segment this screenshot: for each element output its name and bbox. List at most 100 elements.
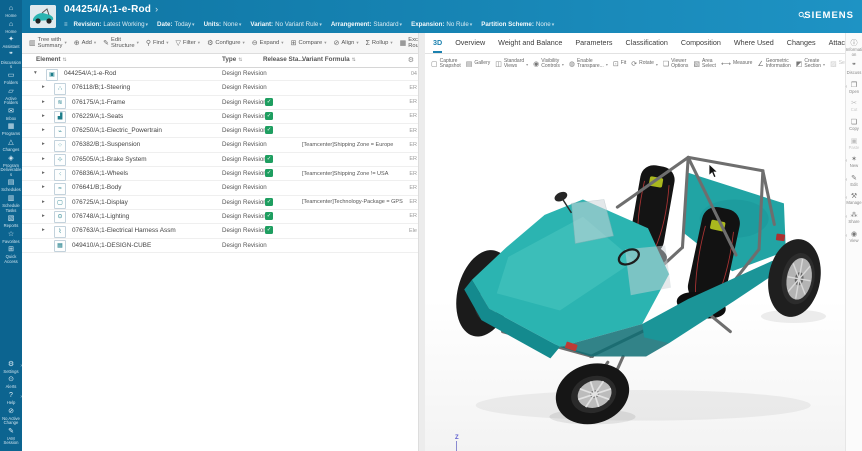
sidebar-item-schedules[interactable]: ▤Schedules xyxy=(0,179,22,193)
area-select-button[interactable]: ▧Area Select xyxy=(693,59,716,70)
table-row[interactable]: ▸≈076641/B;1-BodyDesign RevisionER xyxy=(22,181,418,195)
enable-transpare-button[interactable]: ◍Enable Transpare...▾ xyxy=(569,59,608,70)
table-row[interactable]: ▸≋076175/A;1-FrameDesign Revision✓ER xyxy=(22,96,418,110)
measure-button[interactable]: ⟷Measure xyxy=(721,60,753,68)
config-partition-scheme[interactable]: Partition Scheme:None▾ xyxy=(481,21,554,28)
fit-button[interactable]: ⊡Fit xyxy=(613,60,626,68)
tree-with-summary-button[interactable]: ▥Tree with Summary▾ xyxy=(26,36,70,50)
sidebar-item-changes[interactable]: △Changes xyxy=(0,139,22,153)
geometric-information-button[interactable]: ∠Geometric Information xyxy=(757,59,790,70)
expander-icon[interactable]: ▸ xyxy=(42,141,45,147)
config-variant[interactable]: Variant:No Variant Rule▾ xyxy=(250,21,321,28)
align-button[interactable]: ⊘Align▾ xyxy=(331,38,362,48)
expander-icon[interactable]: ▸ xyxy=(42,227,45,233)
tab-composition[interactable]: Composition xyxy=(681,33,721,53)
tab-changes[interactable]: Changes xyxy=(787,33,816,53)
table-row[interactable]: ▸⌁076250/A;1-Electric_PowertrainDesign R… xyxy=(22,124,418,138)
sidebar-item-discussions[interactable]: ❞Discussions xyxy=(0,52,22,70)
command-new[interactable]: ✶New‹ xyxy=(846,156,862,169)
table-row[interactable]: ▸▟076229/A;1-SeatsDesign Revision✓ER xyxy=(22,110,418,124)
sidebar-item-quick-access[interactable]: ⊞Quick Access xyxy=(0,246,22,264)
viewer-options-button[interactable]: ❑Viewer Options xyxy=(663,59,689,70)
rollup-button[interactable]: ΣRollup▾ xyxy=(363,39,396,48)
sidebar-item-reports[interactable]: ▧Reports xyxy=(0,215,22,229)
sidebar-item-no-active-change[interactable]: ⊘No Active Change xyxy=(0,408,22,426)
command-edit[interactable]: ✎Edit‹ xyxy=(846,175,862,188)
tab-3d[interactable]: 3D xyxy=(433,33,442,53)
3d-viewer-canvas[interactable]: Z xyxy=(425,74,845,451)
expander-icon[interactable]: ▸ xyxy=(42,84,45,90)
visibility-controls-button[interactable]: ◉Visibility Controls▾ xyxy=(533,59,564,70)
breadcrumb-chevron-icon[interactable]: › xyxy=(155,4,158,14)
rotate-button[interactable]: ⟳Rotate▾ xyxy=(631,60,658,68)
table-row[interactable]: ▸▢076725/A;1-DisplayDesign Revision✓[Tea… xyxy=(22,196,418,210)
tab-classification[interactable]: Classification xyxy=(626,33,668,53)
command-manage[interactable]: ⚒Manage‹ xyxy=(846,193,862,206)
create-section-button[interactable]: ◩Create Section▾ xyxy=(796,59,825,70)
config-expansion[interactable]: Expansion:No Rule▾ xyxy=(411,21,472,28)
table-row[interactable]: ▸⊹076505/A;1-Brake SystemDesign Revision… xyxy=(22,153,418,167)
table-row[interactable]: ▸⁖076836/A;1-WheelsDesign Revision✓[Team… xyxy=(22,167,418,181)
column-config-gear-icon[interactable]: ⚙ xyxy=(408,56,414,64)
config-arrangement[interactable]: Arrangement:Standard▾ xyxy=(331,21,402,28)
expand-button[interactable]: ⊖Expand▾ xyxy=(249,38,287,48)
sidebar-item-iam-session[interactable]: ✎IAM Session xyxy=(0,428,22,446)
config-date[interactable]: Date:Today▾ xyxy=(157,21,195,28)
sidebar-item-home[interactable]: ⌂Home xyxy=(0,21,22,35)
command-copy[interactable]: ❏Copy xyxy=(846,119,862,132)
standard-views-button[interactable]: ◫Standard Views▾ xyxy=(495,59,528,70)
tab-parameters[interactable]: Parameters xyxy=(575,33,612,53)
compare-button[interactable]: ⊞Compare▾ xyxy=(288,38,330,48)
filter-button[interactable]: ▽Filter▾ xyxy=(173,38,204,48)
expander-icon[interactable]: ▸ xyxy=(42,199,45,205)
config-units[interactable]: Units:None▾ xyxy=(204,21,242,28)
gallery-button[interactable]: ▤Gallery xyxy=(466,60,490,68)
command-discuss[interactable]: ❞Discuss xyxy=(846,63,862,76)
sidebar-item-programs[interactable]: ▦Programs xyxy=(0,123,22,137)
expander-icon[interactable]: ▸ xyxy=(42,170,45,176)
truncated-cell: ER xyxy=(409,156,417,162)
configure-button[interactable]: ⚙Configure▾ xyxy=(204,38,248,48)
expander-icon[interactable]: ▸ xyxy=(42,156,45,162)
capture-snapshot-button[interactable]: ▢Capture Snapshot xyxy=(431,59,461,70)
tab-where-used[interactable]: Where Used xyxy=(734,33,774,53)
sidebar-item-settings[interactable]: ⚙Settings› xyxy=(0,361,22,375)
command-share[interactable]: ⁂Share‹ xyxy=(846,212,862,225)
add-button[interactable]: ⊕Add▾ xyxy=(71,38,99,48)
tab-overview[interactable]: Overview xyxy=(455,33,485,53)
find-button[interactable]: ⚲Find▾ xyxy=(143,38,172,48)
sidebar-item-help[interactable]: ?Help› xyxy=(0,392,22,406)
sidebar-item-program-deliverables[interactable]: ◈Program Deliverables xyxy=(0,155,22,178)
command-view[interactable]: ◉View‹ xyxy=(846,231,862,244)
table-row[interactable]: ▸⌇076763/A;1-Electrical Harness AssmDesi… xyxy=(22,224,418,238)
expander-icon[interactable]: ▾ xyxy=(34,70,37,76)
table-row[interactable]: ▸⊙076748/A;1-LightingDesign Revision✓ER xyxy=(22,210,418,224)
table-row[interactable]: ▸∴076118/B;1-SteeringDesign RevisionER xyxy=(22,81,418,95)
sidebar-item-assistant[interactable]: ✦Assistant xyxy=(0,36,22,50)
visibility-controls-icon: ◉ xyxy=(533,60,539,68)
sidebar-item-inbox[interactable]: ✉Inbox xyxy=(0,108,22,122)
command-open[interactable]: ❐Open‹ xyxy=(846,82,862,95)
sidebar-item-home[interactable]: ⌂Home xyxy=(0,5,22,19)
expander-icon[interactable]: ▸ xyxy=(42,127,45,133)
sidebar-item-folders[interactable]: ▭Folders xyxy=(0,72,22,86)
config-revision[interactable]: Revision:Latest Working▾ xyxy=(74,21,149,28)
expander-icon[interactable]: ▸ xyxy=(42,213,45,219)
table-row[interactable]: ▸⁘076382/B;1-SuspensionDesign Revision[T… xyxy=(22,138,418,152)
column-header-variant-formula[interactable]: Variant Formula⇅ xyxy=(302,56,356,63)
command-information[interactable]: ⓘInformation xyxy=(846,40,862,57)
sidebar-item-schedule-tasks[interactable]: ▥Schedule Tasks xyxy=(0,195,22,213)
expander-icon[interactable]: ▸ xyxy=(42,113,45,119)
edit-structure-button[interactable]: ✎Edit Structure▾ xyxy=(100,36,142,50)
expander-icon[interactable]: ▸ xyxy=(42,184,45,190)
table-row[interactable]: ▦049410/A;1-DESIGN-CUBEDesign Revision xyxy=(22,239,418,253)
expander-icon[interactable]: ▸ xyxy=(42,99,45,105)
sidebar-item-favorites[interactable]: ☆Favorites xyxy=(0,231,22,245)
sidebar-item-active-folders[interactable]: ▱Active Folders xyxy=(0,88,22,106)
table-row[interactable]: ▾▣044254/A;1-e-RodDesign Revision04 xyxy=(22,67,418,81)
column-header-element[interactable]: Element⇅ xyxy=(36,56,67,63)
sidebar-item-alerts[interactable]: ⊙Alerts xyxy=(0,376,22,390)
tab-weight-and-balance[interactable]: Weight and Balance xyxy=(498,33,562,53)
element-id: 044254/A;1-e-Rod xyxy=(64,70,116,77)
column-header-type[interactable]: Type⇅ xyxy=(222,56,242,63)
